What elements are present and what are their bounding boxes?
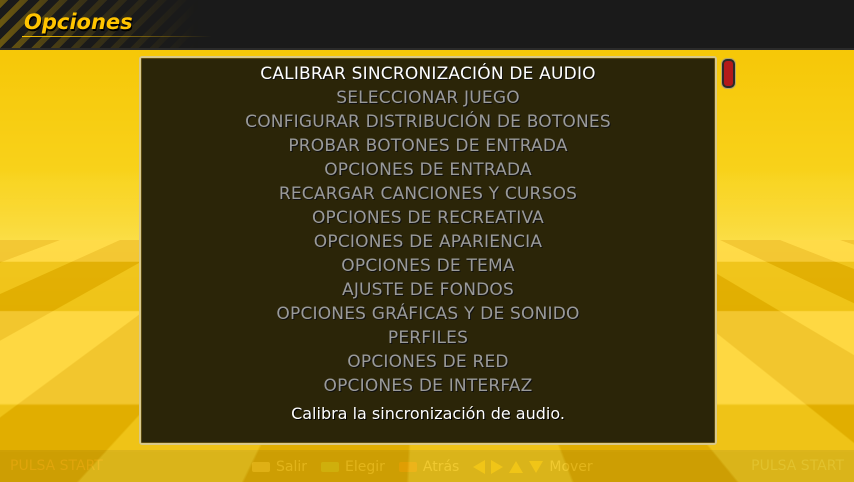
item-description: Calibra la sincronización de audio.: [291, 404, 565, 423]
move-label: Mover: [549, 459, 593, 475]
choose-label: Elegir: [345, 459, 385, 475]
title-underline: [22, 36, 212, 37]
p1-press-start[interactable]: PULSA START: [10, 458, 103, 474]
exit-key-icon: [252, 462, 270, 472]
button-legend: Salir Elegir Atrás Mover: [252, 457, 601, 477]
menu-item-interface-options[interactable]: OPCIONES DE INTERFAZ: [141, 374, 715, 398]
header-bar: Opciones: [0, 0, 854, 50]
menu-item-test-input[interactable]: PROBAR BOTONES DE ENTRADA: [141, 134, 715, 158]
menu-item-reload-songs[interactable]: RECARGAR CANCIONES Y CURSOS: [141, 182, 715, 206]
menu-item-appearance-options[interactable]: OPCIONES DE APARIENCIA: [141, 230, 715, 254]
menu-item-theme-options[interactable]: OPCIONES DE TEMA: [141, 254, 715, 278]
back-key-icon: [398, 462, 417, 472]
options-menu-panel: CALIBRAR SINCRONIZACIÓN DE AUDIO SELECCI…: [139, 56, 717, 445]
page-title: Opciones: [24, 10, 133, 34]
menu-item-configure-key-mapping[interactable]: CONFIGURAR DISTRIBUCIÓN DE BOTONES: [141, 110, 715, 134]
menu-item-profiles[interactable]: PERFILES: [141, 326, 715, 350]
exit-label: Salir: [276, 459, 308, 475]
menu-item-background-settings[interactable]: AJUSTE DE FONDOS: [141, 278, 715, 302]
menu-item-calibrate-audio-sync[interactable]: CALIBRAR SINCRONIZACIÓN DE AUDIO: [141, 62, 715, 86]
right-arrow-icon: [491, 460, 504, 474]
left-arrow-icon: [473, 460, 486, 474]
choose-key-icon: [321, 462, 340, 472]
menu-item-arcade-options[interactable]: OPCIONES DE RECREATIVA: [141, 206, 715, 230]
p2-press-start[interactable]: PULSA START: [751, 458, 844, 474]
scroll-indicator[interactable]: [722, 59, 735, 88]
down-arrow-icon: [529, 461, 544, 473]
menu-item-select-game[interactable]: SELECCIONAR JUEGO: [141, 86, 715, 110]
options-menu: CALIBRAR SINCRONIZACIÓN DE AUDIO SELECCI…: [141, 62, 715, 398]
footer-bar: PULSA START Salir Elegir Atrás Mover PUL…: [0, 450, 854, 482]
up-arrow-icon: [509, 461, 524, 473]
menu-item-graphics-sound-options[interactable]: OPCIONES GRÁFICAS Y DE SONIDO: [141, 302, 715, 326]
menu-item-network-options[interactable]: OPCIONES DE RED: [141, 350, 715, 374]
menu-item-input-options[interactable]: OPCIONES DE ENTRADA: [141, 158, 715, 182]
back-label: Atrás: [422, 459, 460, 475]
